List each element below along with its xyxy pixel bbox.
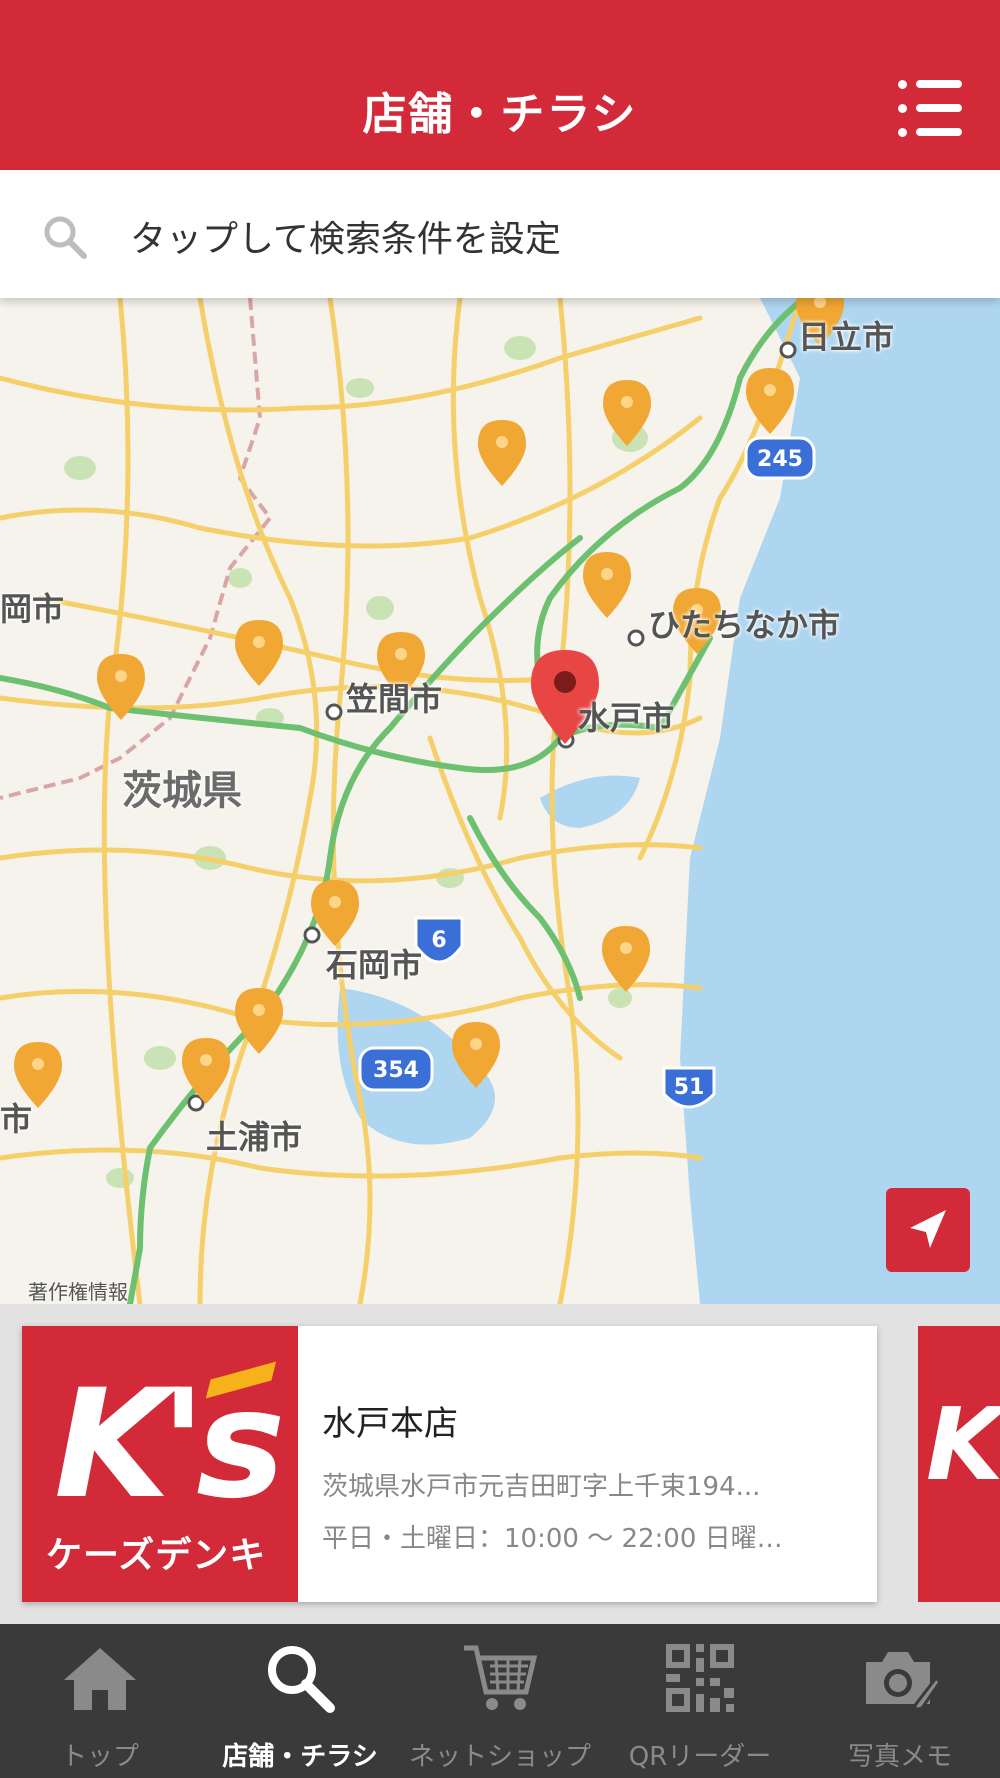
search-bar[interactable]: タップして検索条件を設定 bbox=[0, 170, 1000, 298]
logo-text: ケーズデンキ bbox=[46, 1535, 267, 1576]
location-arrow-icon bbox=[910, 1210, 946, 1248]
tab-qr-reader[interactable]: QRリーダー bbox=[600, 1624, 800, 1778]
current-location-button[interactable] bbox=[886, 1188, 970, 1272]
search-icon bbox=[44, 216, 87, 259]
map-label-tsuchiura: 土浦市 bbox=[206, 1118, 303, 1156]
home-icon bbox=[64, 1648, 136, 1710]
route-shield-6: 6 bbox=[431, 928, 446, 953]
peek-logo-mark: K bbox=[926, 1386, 1000, 1503]
map-label-mito: 水戸市 bbox=[578, 699, 675, 737]
route-shield-354: 354 bbox=[373, 1058, 419, 1083]
tab-top[interactable]: トップ bbox=[0, 1624, 200, 1778]
tab-net-shop-label: ネットショップ bbox=[408, 1742, 591, 1772]
map-label-ibaraki: 茨城県 bbox=[122, 768, 242, 814]
tab-net-shop[interactable]: ネットショップ bbox=[400, 1624, 600, 1778]
next-store-card-peek[interactable]: K bbox=[918, 1326, 1000, 1602]
camera-icon bbox=[866, 1652, 940, 1713]
store-card[interactable]: K's ケーズデンキ 水戸本店 茨城県水戸市元吉田町字上千束194... 平日・… bbox=[22, 1326, 877, 1602]
ks-denki-logo: K's ケーズデンキ bbox=[22, 1326, 298, 1602]
app-header: 店舗・チラシ bbox=[0, 0, 1000, 170]
tab-stores-flyers[interactable]: 店舗・チラシ bbox=[200, 1624, 400, 1778]
tab-top-label: トップ bbox=[60, 1742, 139, 1772]
store-map[interactable]: 118 461 245 6 51 354 bbox=[0, 298, 1000, 1304]
qr-code-icon bbox=[666, 1644, 734, 1712]
store-address: 茨城県水戸市元吉田町字上千束194... bbox=[322, 1472, 761, 1502]
search-icon bbox=[268, 1646, 335, 1713]
route-shield-51: 51 bbox=[674, 1075, 705, 1100]
map-label-ishioka: 石岡市 bbox=[326, 946, 423, 984]
page-title: 店舗・チラシ bbox=[362, 89, 638, 140]
map-label-kasama: 笠間市 bbox=[346, 680, 443, 718]
tab-stores-flyers-label: 店舗・チラシ bbox=[222, 1742, 378, 1772]
menu-list-icon[interactable] bbox=[898, 80, 962, 137]
store-name: 水戸本店 bbox=[322, 1404, 458, 1444]
store-hours: 平日・土曜日：10:00 〜 22:00 日曜… bbox=[322, 1524, 783, 1554]
tab-qr-reader-label: QRリーダー bbox=[628, 1742, 772, 1772]
bottom-tab-bar: トップ 店舗・チラシ ネットショップ QRリーダー 写真メモ bbox=[0, 1624, 1000, 1778]
store-card-carousel[interactable]: K's ケーズデンキ 水戸本店 茨城県水戸市元吉田町字上千束194... 平日・… bbox=[0, 1304, 1000, 1624]
map-label-hitachi: 日立市 bbox=[798, 318, 895, 356]
map-label-hitachinaka: ひたちなか市 bbox=[648, 606, 841, 644]
search-placeholder[interactable]: タップして検索条件を設定 bbox=[130, 210, 561, 262]
tab-photo-memo[interactable]: 写真メモ bbox=[800, 1624, 1000, 1778]
route-shield-245: 245 bbox=[757, 447, 803, 472]
map-label-shi: 市 bbox=[0, 1100, 33, 1138]
map-copyright-link[interactable]: 著作権情報 bbox=[28, 1276, 128, 1304]
map-label-oka: 岡市 bbox=[0, 590, 65, 628]
tab-photo-memo-label: 写真メモ bbox=[847, 1742, 952, 1772]
cart-icon bbox=[464, 1645, 538, 1710]
